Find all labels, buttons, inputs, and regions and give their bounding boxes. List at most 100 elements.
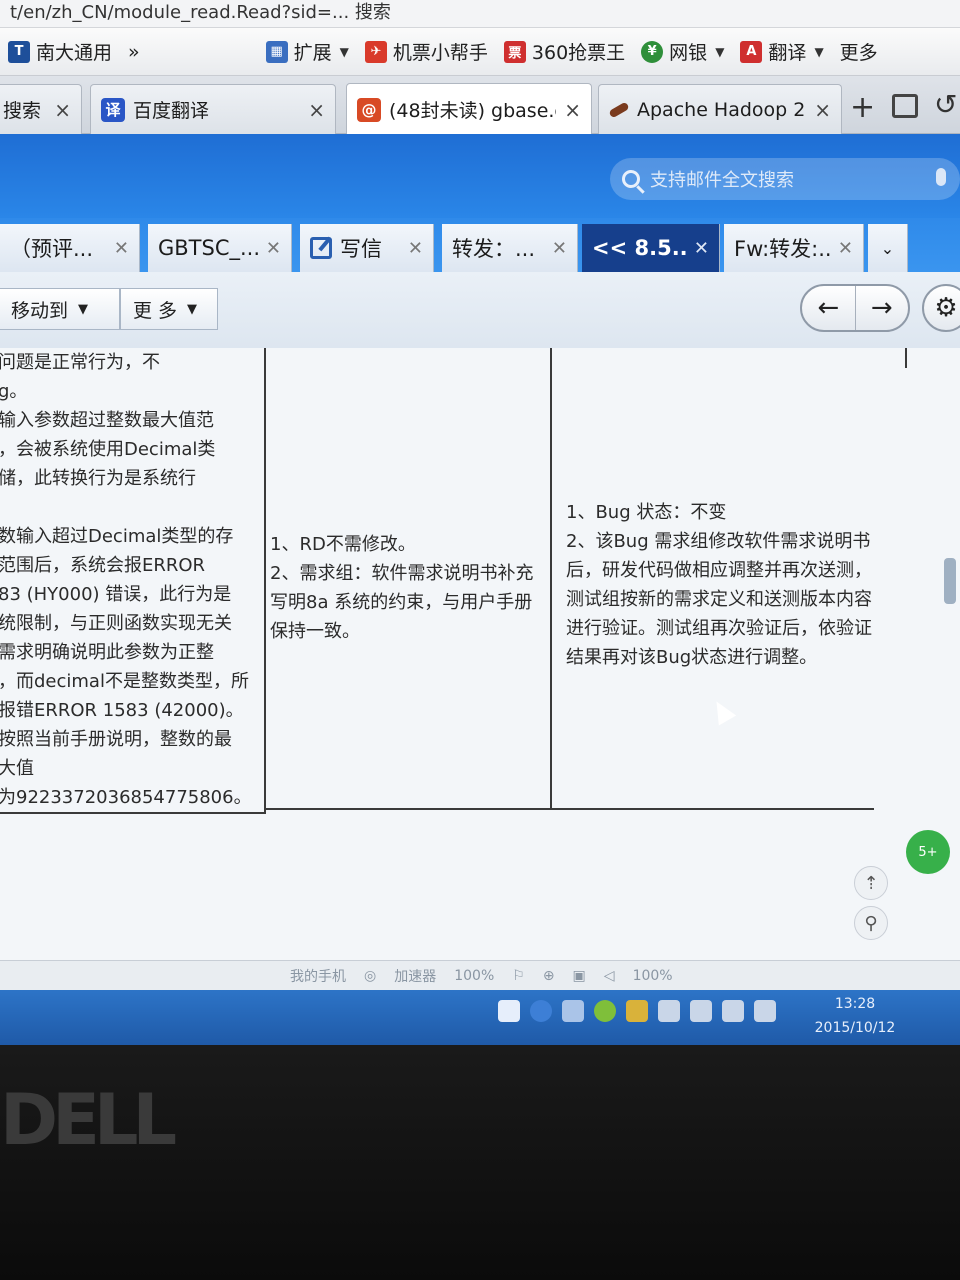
volume-icon[interactable] xyxy=(754,1000,776,1022)
table-divider xyxy=(264,348,266,814)
scrollbar-thumb[interactable] xyxy=(944,558,956,604)
clock-date: 2015/10/12 xyxy=(814,1020,896,1036)
new-tab-button[interactable]: + xyxy=(850,90,875,125)
text-line: 输入参数超过整数最大值范 xyxy=(0,410,214,431)
mail-tab-current[interactable]: << 8.5... ✕ xyxy=(582,224,720,272)
table-border xyxy=(550,808,874,810)
browser-tab-search[interactable]: 搜索 × xyxy=(0,84,82,134)
mail-table: 问题是正常行为，不 g。 输入参数超过整数最大值范 ，会被系统使用Decimal… xyxy=(0,348,910,814)
close-icon[interactable]: × xyxy=(308,98,325,122)
bookmark-translate[interactable]: A 翻译 ▼ xyxy=(732,34,831,70)
mail-tab-fw[interactable]: Fw:转发:... ✕ xyxy=(724,224,864,272)
help-icon[interactable] xyxy=(530,1000,552,1022)
speaker-icon[interactable]: ◁ xyxy=(604,968,615,984)
close-icon[interactable]: × xyxy=(564,98,581,122)
screen: t/en/zh_CN/module_read.Read?sid=... 搜索 T… xyxy=(0,0,960,1045)
back-to-top-button[interactable]: ⇡ xyxy=(854,866,888,900)
window-icon[interactable]: ▣ xyxy=(573,968,586,984)
my-phone-label[interactable]: 我的手机 xyxy=(290,966,346,986)
flag-icon[interactable]: ⚐ xyxy=(512,968,525,984)
download-percent[interactable]: 100% xyxy=(454,968,494,984)
settings-button[interactable]: ⚙ xyxy=(922,284,960,332)
shield-icon: ¥ xyxy=(641,40,664,63)
text-line: g。 xyxy=(0,381,28,402)
microphone-icon[interactable] xyxy=(936,168,946,186)
table-cell-description: 问题是正常行为，不 g。 输入参数超过整数最大值范 ，会被系统使用Decimal… xyxy=(0,348,260,812)
text-line: 进行验证。测试组再次验证后，依验证 xyxy=(566,618,872,639)
chevron-down-icon: ▼ xyxy=(814,44,824,59)
site-icon: T xyxy=(8,40,30,63)
search-placeholder: 支持邮件全文搜索 xyxy=(650,170,794,191)
mail-tab-preview[interactable]: （预评... ✕ xyxy=(0,224,140,272)
bookmark-online-bank[interactable]: ¥ 网银 ▼ xyxy=(633,34,732,70)
bookmarks-bar: T 南大通用 » ▦ 扩展 ▼ ✈ 机票小帮手 票 360抢票王 ¥ 网银 ▼ … xyxy=(0,28,960,76)
mail-tab-gbtsc[interactable]: GBTSC_... ✕ xyxy=(148,224,292,272)
chevron-down-icon: ▼ xyxy=(715,44,725,59)
zoom-icon[interactable]: ⚲ xyxy=(854,906,888,940)
text-line: ，会被系统使用Decimal类 xyxy=(0,439,216,460)
accelerator-label[interactable]: 加速器 xyxy=(394,966,436,986)
bookmark-label: 360抢票王 xyxy=(531,42,626,64)
close-icon[interactable]: ✕ xyxy=(408,238,423,259)
ticket-icon: 票 xyxy=(503,40,526,63)
monitor-logo: DELL xyxy=(0,1079,177,1161)
close-icon[interactable]: × xyxy=(814,98,831,122)
more-button[interactable]: 更 多 ▼ xyxy=(120,288,218,330)
wifi-icon[interactable] xyxy=(722,1000,744,1022)
360-tray-icon[interactable] xyxy=(594,1000,616,1022)
compose-icon xyxy=(310,237,332,259)
mail-tab-forward[interactable]: 转发：... ✕ xyxy=(442,224,578,272)
extensions-icon: ▦ xyxy=(265,40,288,63)
browser-tab-baidu-translate[interactable]: 译 百度翻译 × xyxy=(90,84,336,134)
close-icon[interactable]: ✕ xyxy=(266,238,281,259)
chat-bubble-icon[interactable]: 5+ xyxy=(906,830,950,874)
flag-icon[interactable] xyxy=(658,1000,680,1022)
bookmark-extensions[interactable]: ▦ 扩展 ▼ xyxy=(258,34,357,70)
keyboard-icon[interactable] xyxy=(690,1000,712,1022)
bookmark-label: 扩展 xyxy=(293,42,332,64)
move-to-label: 移动到 xyxy=(11,299,69,322)
undo-icon[interactable]: ↺ xyxy=(934,88,957,121)
bookmark-360-tickets[interactable]: 票 360抢票王 xyxy=(496,34,633,70)
close-icon[interactable]: ✕ xyxy=(114,238,129,259)
bookmark-flight-helper[interactable]: ✈ 机票小帮手 xyxy=(357,34,496,70)
move-to-button[interactable]: 移动到 ▼ xyxy=(0,288,120,330)
text-line xyxy=(0,493,260,522)
bookmark-nandatongyong[interactable]: T 南大通用 xyxy=(0,34,120,70)
system-tray xyxy=(498,1000,786,1022)
restore-tab-icon[interactable] xyxy=(892,94,918,118)
text-line: 83 (HY000) 错误，此行为是 xyxy=(0,584,232,605)
close-icon[interactable]: ✕ xyxy=(552,238,567,259)
globe-icon[interactable]: ⊕ xyxy=(543,968,555,984)
mail-at-icon: @ xyxy=(357,97,381,122)
app-tray-icon[interactable] xyxy=(498,1000,520,1022)
mail-toolbar: 移动到 ▼ 更 多 ▼ ← → ⚙ xyxy=(0,272,960,348)
plane-icon: ✈ xyxy=(364,40,387,63)
close-icon[interactable]: × xyxy=(54,98,71,122)
close-icon[interactable]: ✕ xyxy=(694,238,709,259)
browser-tab-hadoop[interactable]: Apache Hadoop 2 × xyxy=(598,84,842,134)
close-icon[interactable]: ✕ xyxy=(838,238,853,259)
text-line: 统限制，与正则函数实现无关 xyxy=(0,613,232,634)
mail-tab-label: 写信 xyxy=(340,237,382,261)
network-icon[interactable] xyxy=(562,1000,584,1022)
mail-tab-compose[interactable]: 写信 ✕ xyxy=(300,224,434,272)
bookmark-more[interactable]: 更多 xyxy=(832,34,886,70)
mail-search-input[interactable]: 支持邮件全文搜索 xyxy=(610,158,960,200)
system-clock[interactable]: 13:28 2015/10/12 xyxy=(800,992,910,1040)
bookmark-label: » xyxy=(128,40,140,63)
qq-icon[interactable] xyxy=(626,1000,648,1022)
mail-tab-label: 转发：... xyxy=(452,237,536,261)
mail-tabs-overflow-button[interactable]: ⌄ xyxy=(868,224,908,272)
text-line: 结果再对该Bug状态进行调整。 xyxy=(566,647,818,668)
refresh-icon[interactable]: ◎ xyxy=(364,968,376,984)
zoom-percent[interactable]: 100% xyxy=(633,968,673,984)
bookmarks-overflow-button[interactable]: » xyxy=(120,34,148,70)
chevron-down-icon: ▼ xyxy=(339,44,349,59)
next-mail-button[interactable]: → xyxy=(856,286,909,330)
previous-mail-button[interactable]: ← xyxy=(802,286,856,330)
browser-tab-mail[interactable]: @ (48封未读) gbase.c × xyxy=(346,83,592,135)
text-line: 测试组按新的需求定义和送测版本内容 xyxy=(566,589,872,610)
text-line: 2、该Bug 需求组修改软件需求说明书 xyxy=(566,531,871,552)
mail-body: 问题是正常行为，不 g。 输入参数超过整数最大值范 ，会被系统使用Decimal… xyxy=(0,348,960,960)
